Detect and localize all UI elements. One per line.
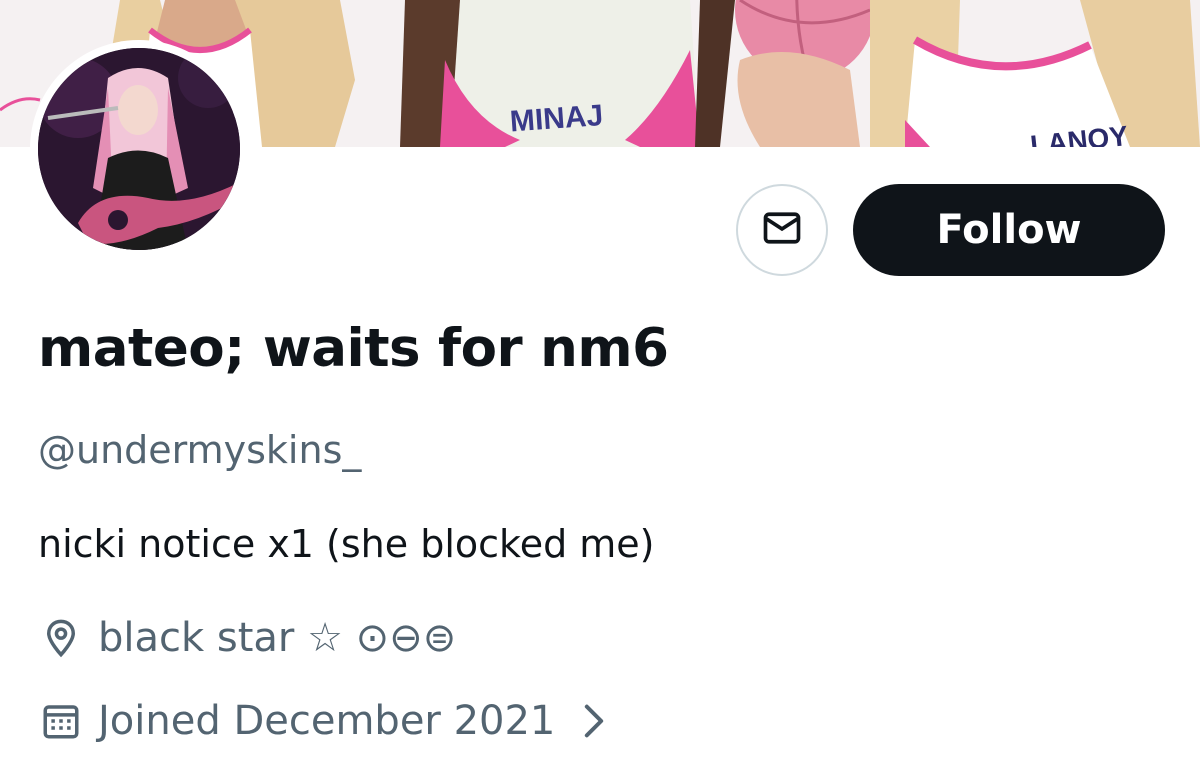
profile-bio: nicki notice x1 (she blocked me) [38,522,655,566]
avatar-image [38,48,240,250]
user-handle: @undermyskins_ [38,428,362,472]
follow-button[interactable]: Follow [853,184,1165,276]
profile-joined-date[interactable]: Joined December 2021 [38,698,607,744]
banner-jersey-text-center: MINAJ [509,99,604,138]
envelope-icon [760,206,804,255]
message-button[interactable] [736,184,828,276]
chevron-right-icon [581,703,607,739]
avatar[interactable] [38,48,240,250]
joined-text: Joined December 2021 [98,698,556,744]
location-text: black star ☆ ⊙⊖⊜ [98,615,457,661]
avatar-frame[interactable] [30,40,248,258]
map-pin-icon [38,615,84,661]
display-name: mateo; waits for nm6 [38,318,669,379]
calendar-icon [38,698,84,744]
profile-location: black star ☆ ⊙⊖⊜ [38,615,456,661]
